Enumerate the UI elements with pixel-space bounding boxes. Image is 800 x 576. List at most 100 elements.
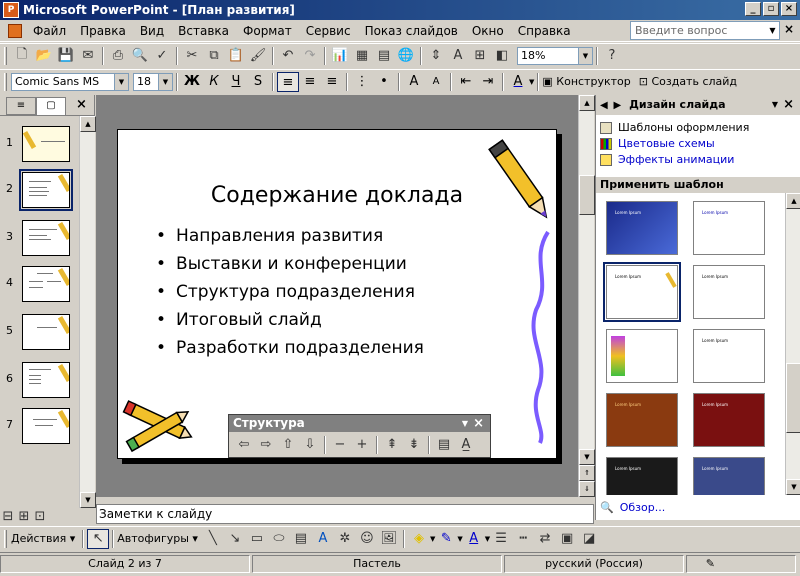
color-grayscale-icon[interactable]: ◧ xyxy=(491,46,513,66)
italic-button[interactable]: К xyxy=(203,72,225,92)
template-scrollbar[interactable]: ▲ ▼ xyxy=(785,193,800,495)
template-thumbnail[interactable]: Lorem Ipsum xyxy=(693,393,765,447)
powerpoint-app-icon[interactable]: P xyxy=(3,2,19,18)
tab-slides[interactable]: ▢ xyxy=(36,97,66,115)
wordart-icon[interactable]: A xyxy=(312,529,334,549)
thumbnail-row[interactable]: 5 xyxy=(0,314,78,354)
actions-menu[interactable]: Действия ▾ xyxy=(11,532,75,545)
scroll-up-icon[interactable]: ▲ xyxy=(80,116,96,132)
chevron-down-icon[interactable]: ▼ xyxy=(578,47,592,64)
thumbnail-row[interactable]: 4 xyxy=(0,266,78,306)
bullets-icon[interactable]: • xyxy=(373,72,395,92)
slide-sorter-icon[interactable]: ⊞ xyxy=(16,506,32,526)
line-icon[interactable]: ╲ xyxy=(202,529,224,549)
new-slide-button[interactable]: ⊡ Создать слайд xyxy=(639,75,737,88)
spelling-status-icon[interactable]: ✎ xyxy=(686,554,796,573)
expand-all-icon[interactable]: ⇟ xyxy=(403,435,425,455)
chevron-down-icon[interactable]: ▼ xyxy=(462,415,468,432)
rectangle-icon[interactable]: ▭ xyxy=(246,529,268,549)
format-painter-icon[interactable]: 🖌 xyxy=(247,46,269,66)
close-button[interactable]: × xyxy=(781,2,797,16)
bullet-item[interactable]: Структура подразделения xyxy=(156,278,424,306)
arrow-style-icon[interactable]: ⇄ xyxy=(534,529,556,549)
picture-icon[interactable]: 🖼 xyxy=(378,529,400,549)
zoom-select[interactable]: 18% ▼ xyxy=(517,46,593,65)
menu-help[interactable]: Справка xyxy=(511,24,578,38)
previous-slide-icon[interactable]: ⇑ xyxy=(579,465,595,481)
thumbnail-row[interactable]: 2 xyxy=(0,169,78,212)
designer-button[interactable]: ▣ Конструктор xyxy=(542,75,630,88)
font-select[interactable]: Comic Sans MS ▼ xyxy=(11,72,129,91)
normal-view-icon[interactable]: ⊟ xyxy=(0,506,16,526)
template-thumbnail[interactable]: Lorem Ipsum xyxy=(693,457,765,495)
summary-slide-icon[interactable]: ▤ xyxy=(433,435,455,455)
font-color-icon[interactable]: A xyxy=(463,529,485,549)
font-color-icon[interactable]: A xyxy=(507,72,529,92)
template-thumbnail[interactable]: Lorem Ipsum xyxy=(693,265,765,319)
scroll-thumb[interactable] xyxy=(579,175,595,215)
permission-icon[interactable]: ✉ xyxy=(77,46,99,66)
notes-pane[interactable]: Заметки к слайду xyxy=(96,504,594,524)
thumbnail-row[interactable]: 6 xyxy=(0,362,78,402)
grid-icon[interactable]: ⊞ xyxy=(469,46,491,66)
decrease-font-icon[interactable]: A xyxy=(425,72,447,92)
chart-icon[interactable]: 📊 xyxy=(329,46,351,66)
scroll-down-icon[interactable]: ▼ xyxy=(786,479,800,495)
slide-thumbnail[interactable] xyxy=(22,266,70,302)
slide-thumbnail-selected[interactable] xyxy=(19,169,73,211)
bullet-item[interactable]: Итоговый слайд xyxy=(156,306,424,334)
structure-toolbar-title[interactable]: Структура ▼ × xyxy=(229,415,490,432)
template-thumbnail[interactable]: Lorem Ipsum xyxy=(693,329,765,383)
new-icon[interactable]: 🗋 xyxy=(11,46,33,66)
scroll-up-icon[interactable]: ▲ xyxy=(786,193,800,209)
template-thumbnail[interactable]: Lorem Ipsum xyxy=(606,201,678,255)
menu-tools[interactable]: Сервис xyxy=(299,24,358,38)
bullet-item[interactable]: Выставки и конференции xyxy=(156,250,424,278)
copy-icon[interactable]: ⧉ xyxy=(203,46,225,66)
back-icon[interactable]: ◀ xyxy=(600,100,608,111)
toolbar-grip[interactable] xyxy=(4,46,7,65)
shadow-icon[interactable]: ▣ xyxy=(556,529,578,549)
slide-thumbnail[interactable] xyxy=(22,314,70,350)
tab-outline[interactable]: ≡ xyxy=(6,97,36,115)
line-style-icon[interactable]: ☰ xyxy=(490,529,512,549)
structure-toolbar[interactable]: Структура ▼ × ⇦ ⇨ ⇧ ⇩ − + ⇞ ⇟ ▤ A̲ xyxy=(228,414,491,458)
slides-scrollbar[interactable]: ▲ ▼ xyxy=(79,116,96,508)
promote-icon[interactable]: ⇦ xyxy=(233,435,255,455)
scroll-down-icon[interactable]: ▼ xyxy=(80,492,96,508)
tables-borders-icon[interactable]: ▤ xyxy=(373,46,395,66)
undo-icon[interactable]: ↶ xyxy=(277,46,299,66)
align-right-icon[interactable]: ≡ xyxy=(321,72,343,92)
slide-thumbnail[interactable] xyxy=(22,220,70,256)
chevron-down-icon[interactable]: ▼ xyxy=(158,73,172,90)
increase-font-icon[interactable]: A xyxy=(403,72,425,92)
template-thumbnail[interactable] xyxy=(606,329,678,383)
help-assistant-icon[interactable]: ? xyxy=(601,46,623,66)
underline-button[interactable]: Ч xyxy=(225,72,247,92)
cut-icon[interactable]: ✂ xyxy=(181,46,203,66)
table-icon[interactable]: ▦ xyxy=(351,46,373,66)
animation-schemes-link[interactable]: Эффекты анимации xyxy=(600,153,734,166)
spelling-icon[interactable]: ✓ xyxy=(151,46,173,66)
textbox-icon[interactable]: ▤ xyxy=(290,529,312,549)
thumbnail-row[interactable]: 3 xyxy=(0,220,78,260)
preview-icon[interactable]: 🔍 xyxy=(129,46,151,66)
next-slide-icon[interactable]: ⇓ xyxy=(579,481,595,497)
close-icon[interactable]: × xyxy=(76,97,87,112)
chevron-down-icon[interactable]: ▼ xyxy=(114,73,128,90)
dash-style-icon[interactable]: ┅ xyxy=(512,529,534,549)
print-icon[interactable]: ⎙ xyxy=(107,46,129,66)
slide-thumbnail[interactable] xyxy=(22,362,70,398)
toolbar-grip[interactable] xyxy=(4,72,7,91)
hyperlink-icon[interactable]: 🌐 xyxy=(395,46,417,66)
slide-thumbnail[interactable] xyxy=(22,408,70,444)
scroll-down-icon[interactable]: ▼ xyxy=(579,449,595,465)
close-icon[interactable]: × xyxy=(473,415,484,432)
chevron-down-icon[interactable]: ▼ xyxy=(529,78,534,86)
decrease-indent-icon[interactable]: ⇤ xyxy=(455,72,477,92)
browse-link[interactable]: 🔍 Обзор... xyxy=(600,501,665,514)
expand-icon[interactable]: ⇕ xyxy=(425,46,447,66)
arrow-icon[interactable]: ↘ xyxy=(224,529,246,549)
forward-icon[interactable]: ▶ xyxy=(614,100,622,111)
thumbnail-row[interactable]: 7 xyxy=(0,408,78,448)
